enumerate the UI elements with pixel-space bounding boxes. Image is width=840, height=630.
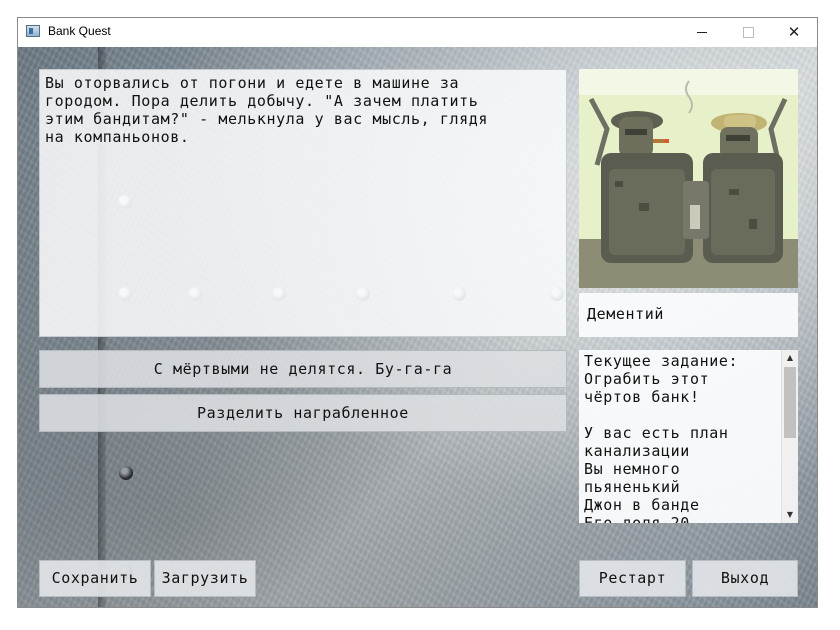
title-bar[interactable]: Bank Quest ✕: [18, 18, 817, 47]
game-area: Вы оторвались от погони и едете в машине…: [18, 47, 817, 607]
maximize-button[interactable]: [725, 18, 771, 47]
quest-log-scrollbar[interactable]: ▲ ▼: [781, 350, 798, 523]
app-window: Bank Quest ✕ Вы оторвались от погони и е…: [17, 17, 818, 608]
close-button[interactable]: ✕: [771, 18, 817, 47]
app-icon: [26, 25, 40, 37]
choice-button-kill[interactable]: С мёртвыми не делятся. Бу-га-га: [39, 350, 567, 388]
scroll-up-arrow-icon[interactable]: ▲: [782, 350, 798, 366]
character-name: Дементий: [579, 293, 798, 337]
story-text: Вы оторвались от погони и едете в машине…: [39, 69, 567, 337]
minimize-button[interactable]: [679, 18, 725, 47]
exit-button[interactable]: Выход: [692, 560, 798, 597]
character-portrait: [579, 69, 798, 288]
save-button[interactable]: Сохранить: [39, 560, 151, 597]
quest-log-text: Текущее задание: Ограбить этот чёртов ба…: [584, 352, 739, 523]
quest-log[interactable]: Текущее задание: Ограбить этот чёртов ба…: [579, 350, 798, 523]
rivet: [119, 466, 133, 480]
close-icon: ✕: [787, 23, 801, 41]
minimize-icon: [697, 31, 707, 33]
window-title: Bank Quest: [48, 24, 111, 38]
scroll-down-arrow-icon[interactable]: ▼: [782, 507, 798, 523]
scroll-thumb[interactable]: [784, 367, 796, 438]
maximize-icon: [742, 26, 754, 38]
restart-button[interactable]: Рестарт: [579, 560, 686, 597]
choice-button-share[interactable]: Разделить награбленное: [39, 394, 567, 432]
load-button[interactable]: Загрузить: [154, 560, 256, 597]
